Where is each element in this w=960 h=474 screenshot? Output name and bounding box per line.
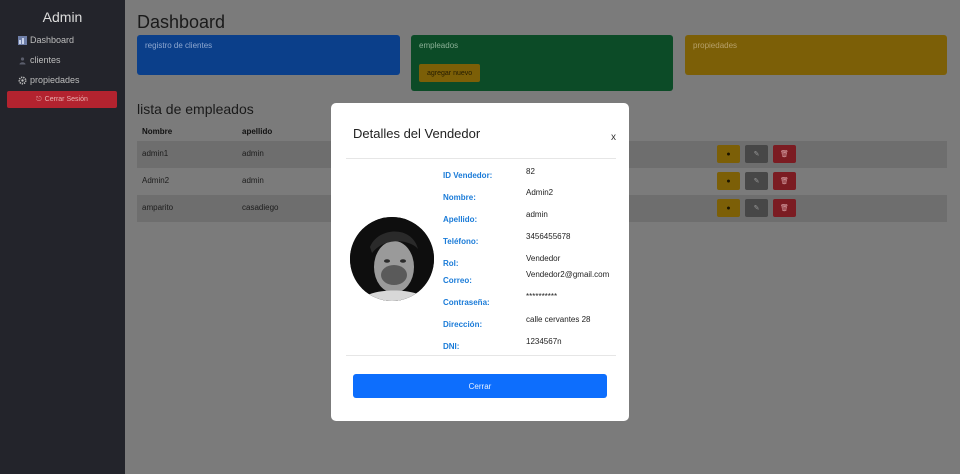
field-label-rol: Rol: xyxy=(443,259,459,268)
edit-icon: ✎ xyxy=(753,205,760,212)
field-label-telefono: Teléfono: xyxy=(443,237,479,246)
field-label-apellido: Apellido: xyxy=(443,215,478,224)
user-icon xyxy=(17,55,27,65)
delete-button[interactable]: 🗑 xyxy=(773,199,796,217)
logout-button[interactable]: ⎋ Cerrar Sesión xyxy=(7,91,117,108)
field-value-apellido: admin xyxy=(526,210,548,219)
field-label-direccion: Dirección: xyxy=(443,320,483,329)
field-value-contrasena: ********** xyxy=(526,292,558,301)
sidebar-title: Admin xyxy=(42,9,83,25)
eye-icon: ● xyxy=(726,150,731,158)
avatar xyxy=(350,217,434,301)
sidebar: Admin Dashboard clientes propiedades ⎋ C… xyxy=(0,0,125,474)
field-label-nombre: Nombre: xyxy=(443,193,476,202)
logout-label: Cerrar Sesión xyxy=(44,96,88,103)
sidebar-item-dashboard[interactable]: Dashboard xyxy=(0,30,125,50)
field-label-id: ID Vendedor: xyxy=(443,171,493,180)
edit-button[interactable]: ✎ xyxy=(745,172,768,190)
column-header-nombre: Nombre xyxy=(142,126,173,136)
edit-icon: ✎ xyxy=(753,151,760,158)
view-button[interactable]: ● xyxy=(717,172,740,190)
field-label-correo: Correo: xyxy=(443,276,472,285)
divider xyxy=(346,355,616,356)
cell-nombre: amparito xyxy=(142,203,174,212)
sidebar-item-label: clientes xyxy=(30,55,61,65)
divider xyxy=(346,158,616,159)
card-propiedades-label: propiedades xyxy=(693,41,738,50)
field-label-contrasena: Contraseña: xyxy=(443,298,490,307)
card-clientes-label: registro de clientes xyxy=(145,41,213,50)
card-clientes[interactable]: registro de clientes xyxy=(137,35,400,75)
field-value-direccion: calle cervantes 28 xyxy=(526,315,591,324)
field-value-telefono: 3456455678 xyxy=(526,232,571,241)
close-x-button[interactable]: x xyxy=(611,132,616,143)
sidebar-item-label: Dashboard xyxy=(30,35,75,45)
view-button[interactable]: ● xyxy=(717,145,740,163)
trash-icon: 🗑 xyxy=(780,178,789,185)
trash-icon: 🗑 xyxy=(780,205,789,212)
dashboard-icon xyxy=(17,35,27,45)
edit-button[interactable]: ✎ xyxy=(745,145,768,163)
page-title: Dashboard xyxy=(137,12,226,32)
view-button[interactable]: ● xyxy=(717,199,740,217)
cell-apellido: admin xyxy=(242,149,264,158)
field-value-rol: Vendedor xyxy=(526,254,561,263)
cell-apellido: casadiego xyxy=(242,203,279,212)
list-title: lista de empleados xyxy=(137,101,254,117)
gear-icon xyxy=(17,75,27,85)
edit-button[interactable]: ✎ xyxy=(745,199,768,217)
cell-nombre: admin1 xyxy=(142,149,169,158)
card-empleados-label: empleados xyxy=(419,41,459,50)
eye-icon: ● xyxy=(726,204,731,212)
sidebar-item-propiedades[interactable]: propiedades xyxy=(0,70,125,90)
delete-button[interactable]: 🗑 xyxy=(773,172,796,190)
trash-icon: 🗑 xyxy=(780,151,789,158)
field-label-dni: DNI: xyxy=(443,342,460,351)
cell-apellido: admin xyxy=(242,176,264,185)
modal-title: Detalles del Vendedor xyxy=(353,126,481,141)
field-value-dni: 1234567n xyxy=(526,337,562,346)
cerrar-button[interactable]: Cerrar xyxy=(353,374,607,398)
edit-icon: ✎ xyxy=(753,178,760,185)
logout-icon: ⎋ xyxy=(36,95,42,103)
column-header-apellido: apellido xyxy=(242,126,273,136)
sidebar-item-clientes[interactable]: clientes xyxy=(0,50,125,70)
field-value-nombre: Admin2 xyxy=(526,188,554,197)
cell-nombre: Admin2 xyxy=(142,176,170,185)
field-value-correo: Vendedor2@gmail.com xyxy=(526,270,610,279)
delete-button[interactable]: 🗑 xyxy=(773,145,796,163)
agregar-nuevo-button[interactable]: agregar nuevo xyxy=(419,64,481,82)
card-propiedades[interactable]: propiedades xyxy=(685,35,947,75)
vendor-details-modal: Detalles del Vendedor x ID Vendedor: 82 … xyxy=(331,103,629,421)
eye-icon: ● xyxy=(726,177,731,185)
sidebar-item-label: propiedades xyxy=(30,75,80,85)
card-empleados[interactable]: empleados agregar nuevo xyxy=(411,35,673,91)
field-value-id: 82 xyxy=(526,167,535,176)
